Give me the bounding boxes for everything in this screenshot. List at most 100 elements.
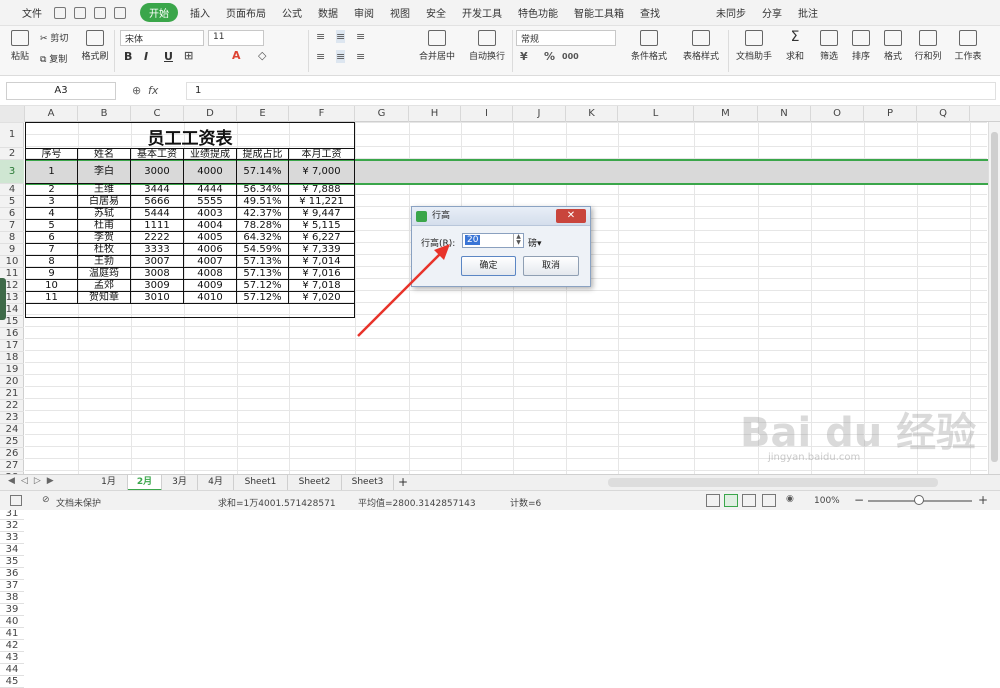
zoom-in-button[interactable]: +: [978, 493, 988, 507]
table-cell[interactable]: 3010: [131, 292, 184, 304]
sheet-tab-sheet3[interactable]: Sheet3: [342, 475, 394, 491]
col-header-q[interactable]: Q: [917, 106, 970, 122]
zoom-lookup-icon[interactable]: ⊕: [132, 84, 141, 97]
table-cell[interactable]: ¥ 5,115: [289, 220, 355, 232]
table-cell[interactable]: 王维: [78, 184, 131, 196]
table-cell[interactable]: 4008: [184, 268, 237, 280]
share-button[interactable]: 分享: [754, 5, 790, 20]
scroll-thumb[interactable]: [991, 132, 998, 462]
row-header-2[interactable]: 2: [0, 148, 24, 160]
table-header-cell[interactable]: 本月工资: [289, 148, 355, 160]
zoom-out-button[interactable]: −: [854, 493, 864, 507]
table-cell[interactable]: 6: [25, 232, 78, 244]
cancel-button[interactable]: 取消: [523, 256, 579, 276]
number-format-select[interactable]: 常规: [516, 30, 616, 46]
doc-helper-button[interactable]: 文档助手: [734, 30, 774, 62]
table-cell[interactable]: 李贺: [78, 232, 131, 244]
close-button[interactable]: ✕: [556, 209, 586, 223]
table-cell[interactable]: 白居易: [78, 196, 131, 208]
format-painter-button[interactable]: 格式刷: [80, 30, 110, 62]
table-cell[interactable]: 2: [25, 184, 78, 196]
col-header-m[interactable]: M: [694, 106, 758, 122]
tab-home[interactable]: 开始: [140, 3, 178, 22]
side-panel-handle[interactable]: [0, 278, 6, 320]
tab-review[interactable]: 审阅: [346, 5, 382, 20]
table-cell[interactable]: 57.12%: [237, 292, 289, 304]
macro-icon[interactable]: [10, 495, 22, 506]
save-icon[interactable]: [54, 6, 66, 19]
table-cell[interactable]: 57.13%: [237, 256, 289, 268]
row-header-27[interactable]: 27: [0, 460, 24, 472]
select-all-corner[interactable]: [0, 106, 25, 122]
reading-mode-icon[interactable]: [762, 494, 776, 507]
table-cell[interactable]: 3: [25, 196, 78, 208]
table-cell[interactable]: ¥ 6,227: [289, 232, 355, 244]
align-center-icon[interactable]: ≡: [336, 50, 346, 63]
row-header-4[interactable]: 4: [0, 184, 24, 196]
thousands-button[interactable]: 000: [562, 52, 579, 61]
row-header-37[interactable]: 37: [0, 580, 24, 592]
row-header-17[interactable]: 17: [0, 340, 24, 352]
tab-formulas[interactable]: 公式: [274, 5, 310, 20]
zoom-level[interactable]: 100%: [814, 496, 840, 506]
row-header-44[interactable]: 44: [0, 664, 24, 676]
table-cell[interactable]: 温庭筠: [78, 268, 131, 280]
table-cell[interactable]: 3007: [131, 256, 184, 268]
align-top-icon[interactable]: ≡: [316, 30, 325, 43]
col-header-g[interactable]: G: [355, 106, 409, 122]
table-cell[interactable]: 王勃: [78, 256, 131, 268]
table-cell[interactable]: 1111: [131, 220, 184, 232]
row-header-18[interactable]: 18: [0, 352, 24, 364]
row-header-34[interactable]: 34: [0, 544, 24, 556]
underline-button[interactable]: U: [164, 50, 173, 63]
undo-icon[interactable]: [74, 6, 86, 19]
font-family-select[interactable]: 宋体: [120, 30, 204, 46]
table-cell[interactable]: 3009: [131, 280, 184, 292]
sheet-tab-sheet2[interactable]: Sheet2: [288, 475, 342, 491]
table-cell[interactable]: 4003: [184, 208, 237, 220]
table-cell[interactable]: 3333: [131, 244, 184, 256]
row-header-35[interactable]: 35: [0, 556, 24, 568]
italic-button[interactable]: I: [144, 50, 148, 63]
table-cell[interactable]: 2222: [131, 232, 184, 244]
col-header-p[interactable]: P: [864, 106, 917, 122]
table-cell[interactable]: ¥ 11,221: [289, 196, 355, 208]
row-header-16[interactable]: 16: [0, 328, 24, 340]
row-header-40[interactable]: 40: [0, 616, 24, 628]
table-cell[interactable]: ¥ 7,000: [289, 160, 355, 184]
row-header-9[interactable]: 9: [0, 244, 24, 256]
sheet-tab-feb[interactable]: 2月: [128, 475, 162, 491]
col-header-l[interactable]: L: [618, 106, 694, 122]
table-cell[interactable]: 10: [25, 280, 78, 292]
protect-status[interactable]: 文档未保护: [56, 496, 101, 509]
percent-button[interactable]: %: [544, 50, 555, 63]
sum-button[interactable]: Σ 求和: [780, 30, 810, 62]
name-box[interactable]: A3: [6, 82, 116, 100]
wrap-text-button[interactable]: 自动换行: [466, 30, 508, 62]
border-icon[interactable]: ⊞: [184, 49, 193, 62]
row-header-33[interactable]: 33: [0, 532, 24, 544]
col-header-d[interactable]: D: [184, 106, 237, 122]
table-cell[interactable]: 54.59%: [237, 244, 289, 256]
col-header-f[interactable]: F: [289, 106, 355, 122]
conditional-format-button[interactable]: 条件格式: [626, 30, 672, 62]
table-cell[interactable]: 78.28%: [237, 220, 289, 232]
table-cell[interactable]: 56.34%: [237, 184, 289, 196]
worksheet-button[interactable]: 工作表: [950, 30, 986, 62]
row-header-5[interactable]: 5: [0, 196, 24, 208]
row-col-button[interactable]: 行和列: [910, 30, 946, 62]
filter-button[interactable]: 筛选: [814, 30, 844, 62]
cut-button[interactable]: ✂ 剪切: [40, 31, 68, 44]
table-cell[interactable]: 1: [25, 160, 78, 184]
sheet-tab-jan[interactable]: 1月: [90, 475, 128, 491]
table-cell[interactable]: 5555: [184, 196, 237, 208]
table-cell[interactable]: 贺知章: [78, 292, 131, 304]
sync-status[interactable]: 未同步: [708, 5, 754, 20]
col-header-k[interactable]: K: [566, 106, 618, 122]
table-header-cell[interactable]: 序号: [25, 148, 78, 160]
table-cell[interactable]: 4005: [184, 232, 237, 244]
table-cell[interactable]: 8: [25, 256, 78, 268]
col-header-i[interactable]: I: [461, 106, 513, 122]
bold-button[interactable]: B: [124, 50, 132, 63]
row-header-24[interactable]: 24: [0, 424, 24, 436]
